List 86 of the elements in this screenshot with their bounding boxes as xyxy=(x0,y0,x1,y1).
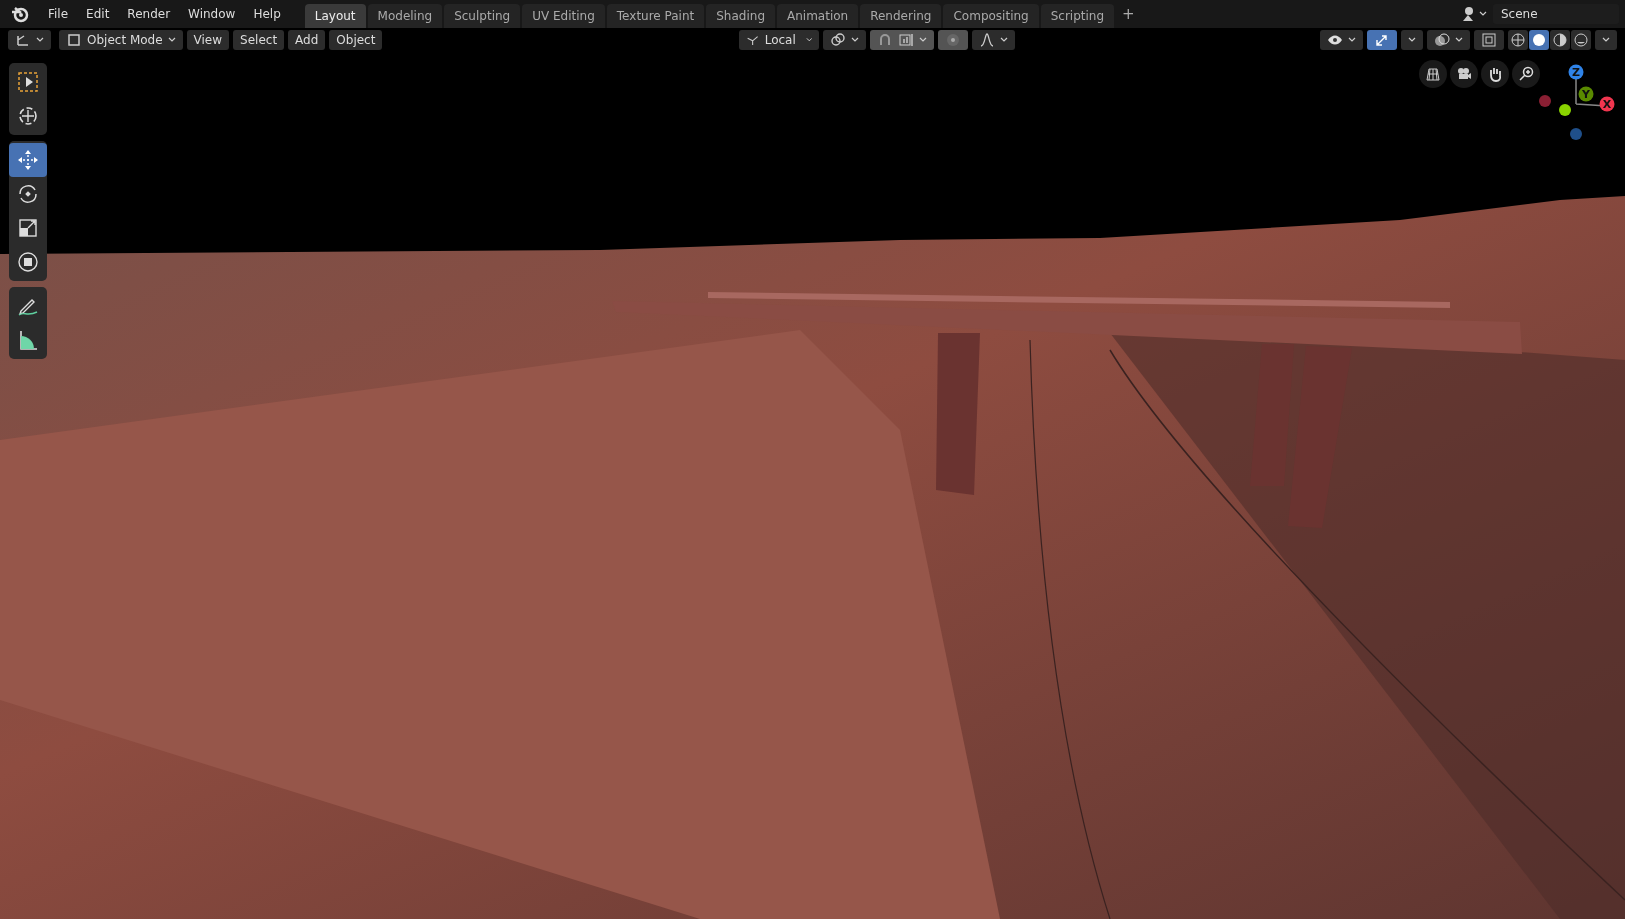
transform-icon xyxy=(16,250,40,274)
axis-handle[interactable] xyxy=(1559,104,1571,116)
menu-item[interactable]: Edit xyxy=(78,3,118,25)
falloff-dropdown[interactable] xyxy=(972,30,1016,50)
mode-dropdown[interactable]: Object Mode xyxy=(59,30,183,50)
camera-view-button[interactable] xyxy=(1450,60,1478,88)
shading-mode-button[interactable] xyxy=(1550,30,1570,50)
header-menu[interactable]: Select xyxy=(233,30,285,50)
gizmo-toggle[interactable] xyxy=(1367,30,1397,50)
header-menu[interactable]: Add xyxy=(288,30,326,50)
shading-dropdown[interactable] xyxy=(1595,30,1617,50)
caret-icon xyxy=(851,36,860,44)
solid-shading-icon xyxy=(1531,32,1547,48)
orientation-dropdown[interactable]: Local xyxy=(739,30,820,50)
workspace-tab[interactable]: Scripting xyxy=(1040,3,1115,28)
proportional-toggle[interactable] xyxy=(938,30,969,50)
caret-icon xyxy=(36,36,44,44)
caret-icon xyxy=(1000,36,1009,44)
scale-icon xyxy=(16,216,40,240)
workspace-tab[interactable]: Modeling xyxy=(367,3,443,28)
header-menu[interactable]: Object xyxy=(329,30,383,50)
axis-handle[interactable]: Z xyxy=(1568,64,1584,80)
axis-label: Z xyxy=(1572,66,1580,79)
workspace-tab[interactable]: Rendering xyxy=(860,3,942,28)
dot-circle-icon xyxy=(945,32,962,48)
rings-icon xyxy=(830,32,847,48)
caret-icon xyxy=(919,36,928,44)
axes-icon xyxy=(15,32,31,48)
zoom-button[interactable] xyxy=(1512,60,1540,88)
rendered-shading-icon xyxy=(1573,32,1589,48)
caret-icon xyxy=(167,36,176,44)
workspace-tab[interactable]: Layout xyxy=(304,3,366,28)
rotate-icon xyxy=(16,182,40,206)
grid-view-button[interactable] xyxy=(1419,60,1447,88)
move-tool-button[interactable] xyxy=(9,143,47,177)
logo-icon[interactable] xyxy=(10,4,30,24)
caret-icon xyxy=(1455,36,1463,44)
select-icon xyxy=(16,70,40,94)
snap-target-icon xyxy=(898,32,915,48)
caret-icon xyxy=(1602,36,1610,44)
caret-icon xyxy=(1348,36,1356,44)
pan-button[interactable] xyxy=(1481,60,1509,88)
grid-icon xyxy=(1425,66,1441,82)
pivot-button[interactable] xyxy=(823,30,867,50)
curve-icon xyxy=(979,32,996,48)
scene-icon[interactable] xyxy=(1461,4,1489,24)
axis-handle[interactable]: Y xyxy=(1578,86,1594,102)
axis-label: Y xyxy=(1582,88,1590,101)
wireframe-shading-icon xyxy=(1510,32,1526,48)
gizmo-dropdown[interactable] xyxy=(1401,30,1423,50)
workspace-tab[interactable]: Animation xyxy=(777,3,859,28)
visibility-dropdown[interactable] xyxy=(1320,30,1363,50)
scene-name-field[interactable]: Scene xyxy=(1493,4,1619,24)
square-icon xyxy=(66,32,82,48)
workspace-tab[interactable]: Sculpting xyxy=(444,3,521,28)
caret-icon xyxy=(1408,36,1416,44)
navigation-gizmo[interactable]: Z Y X xyxy=(1530,60,1625,150)
menu-item[interactable]: File xyxy=(40,3,77,25)
camera-icon xyxy=(1456,66,1472,82)
move-icon xyxy=(16,148,40,172)
arrow-icon xyxy=(1374,32,1390,48)
cursor-icon xyxy=(16,104,40,128)
menu-item[interactable]: Render xyxy=(119,3,179,25)
material-shading-icon xyxy=(1552,32,1568,48)
shading-mode-button[interactable] xyxy=(1571,30,1591,50)
add-workspace-button[interactable]: + xyxy=(1116,5,1141,23)
editor-type-button[interactable] xyxy=(8,30,51,50)
shading-mode-button[interactable] xyxy=(1529,30,1549,50)
axis-handle[interactable] xyxy=(1539,95,1551,107)
xray-icon xyxy=(1481,32,1497,48)
overlay-circles-icon xyxy=(1434,32,1450,48)
axis-handle[interactable] xyxy=(1570,128,1582,140)
header-menu[interactable]: View xyxy=(186,30,230,50)
snap-toggle[interactable] xyxy=(870,30,935,50)
shading-mode-button[interactable] xyxy=(1508,30,1528,50)
caret-icon xyxy=(805,36,813,44)
workspace-tab[interactable]: Shading xyxy=(706,3,775,28)
hand-icon xyxy=(1487,66,1503,82)
menu-item[interactable]: Window xyxy=(180,3,244,25)
xray-toggle[interactable] xyxy=(1474,30,1504,50)
workspace-tab[interactable]: UV Editing xyxy=(522,3,605,28)
overlays-button[interactable] xyxy=(1427,30,1470,50)
workspace-tab[interactable]: Compositing xyxy=(943,3,1039,28)
workspace-tab[interactable]: Texture Paint xyxy=(606,3,705,28)
menu-item[interactable]: Help xyxy=(245,3,289,25)
zoom-icon xyxy=(1518,66,1534,82)
